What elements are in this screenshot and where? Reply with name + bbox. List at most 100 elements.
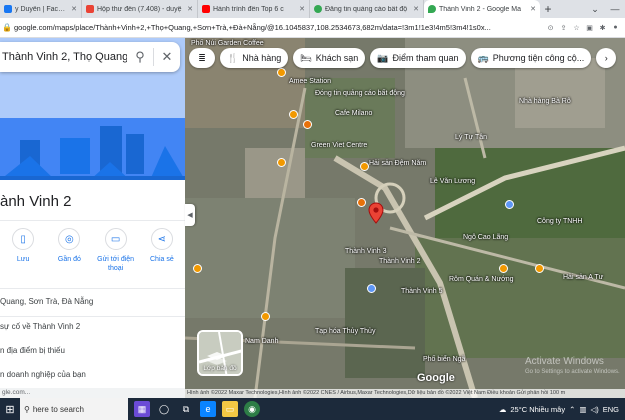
map-label[interactable]: Thành Vinh 5 bbox=[401, 288, 443, 295]
volume-icon[interactable]: ◁) bbox=[590, 405, 598, 414]
map-label[interactable]: Thành Vinh 3 bbox=[345, 248, 387, 255]
filter-chip-more[interactable]: ≣ bbox=[189, 48, 215, 68]
selected-location-pin-icon[interactable] bbox=[368, 202, 384, 224]
place-title: ành Vinh 2 bbox=[0, 193, 72, 210]
chips-next-button[interactable]: › bbox=[596, 48, 617, 68]
send-to-phone-button[interactable]: ▭ Gửi tới điện thoại bbox=[94, 228, 138, 288]
share-icon: ⋖ bbox=[150, 228, 173, 250]
share-icon[interactable]: ⇪ bbox=[558, 22, 569, 34]
close-icon[interactable]: ✕ bbox=[413, 5, 419, 13]
map-label[interactable]: Cafe Milano bbox=[335, 110, 372, 117]
minimize-icon[interactable]: — bbox=[605, 0, 625, 18]
map-label[interactable]: Lê Văn Lương bbox=[430, 178, 475, 185]
share-button[interactable]: ⋖ Chia sẻ bbox=[140, 228, 184, 288]
report-issue-row[interactable]: sự cố về Thành Vinh 2 bbox=[0, 322, 185, 331]
nearby-label: Gần đó bbox=[57, 256, 81, 263]
phone-icon: ▭ bbox=[104, 228, 127, 250]
restaurant-pin-icon[interactable] bbox=[535, 264, 544, 273]
location-icon[interactable]: ⊙ bbox=[545, 22, 556, 34]
map-label[interactable]: Thành Vinh 2 bbox=[379, 258, 421, 265]
close-icon[interactable]: ✕ bbox=[530, 5, 536, 13]
save-button[interactable]: ▯ Lưu bbox=[1, 228, 45, 288]
nearby-button[interactable]: ◎ Gần đó bbox=[47, 228, 91, 288]
shopping-pin-icon[interactable] bbox=[303, 120, 312, 129]
puzzle-icon[interactable]: ✱ bbox=[597, 22, 608, 34]
restaurant-pin-icon[interactable] bbox=[277, 68, 286, 77]
map-label[interactable]: Tạp hóa Thủy Thủy bbox=[315, 328, 375, 335]
business-pin-icon[interactable] bbox=[367, 284, 376, 293]
task-switch-icon[interactable]: ⧉ bbox=[178, 401, 194, 417]
windows-taskbar: ⊞ ⚲ here to search ▦ ◯ ⧉ e ▭ ◉ ☁ 25°C Nh… bbox=[0, 398, 625, 420]
close-icon[interactable]: ✕ bbox=[71, 5, 77, 13]
profile-icon[interactable]: ● bbox=[610, 22, 621, 34]
edge-icon[interactable]: e bbox=[200, 401, 216, 417]
map-label[interactable]: Phố Núi Garden Coffee bbox=[191, 40, 264, 47]
chevron-up-icon[interactable]: ⌃ bbox=[569, 405, 575, 414]
map-label[interactable]: Hải sản Đệm Năm bbox=[369, 160, 426, 167]
network-icon[interactable]: ▥ bbox=[579, 405, 586, 414]
tab-gmail[interactable]: Hộp thư đến (7.408) - duyệ ✕ bbox=[82, 0, 198, 18]
task-view-icon[interactable]: ◯ bbox=[156, 401, 172, 417]
chip-label: Điểm tham quan bbox=[392, 53, 459, 63]
tab-facebook[interactable]: y Duyên | Facebook ✕ bbox=[0, 0, 82, 18]
close-icon[interactable]: ✕ bbox=[154, 44, 180, 70]
map-label[interactable]: Amee Station bbox=[289, 78, 331, 85]
tab-listing[interactable]: Đăng tin quảng cáo bất độ ✕ bbox=[310, 0, 424, 18]
close-icon[interactable]: ✕ bbox=[299, 5, 305, 13]
chrome-icon[interactable]: ◉ bbox=[244, 401, 260, 417]
map-label[interactable]: Rôm Quán & Nướng bbox=[449, 276, 514, 283]
url-text[interactable]: google.com/maps/place/Thành+Vinh+2,+Thọ+… bbox=[14, 23, 545, 32]
facebook-icon bbox=[4, 5, 12, 13]
chip-hotels[interactable]: 🛏 Khách sạn bbox=[293, 48, 366, 68]
map-label[interactable]: Đóng tin quảng cáo bất động bbox=[315, 90, 405, 97]
new-tab-button[interactable]: + bbox=[540, 0, 556, 18]
search-box[interactable]: ⚲ ✕ bbox=[0, 42, 180, 72]
shopping-pin-icon[interactable] bbox=[357, 198, 366, 207]
file-explorer-icon[interactable]: ▭ bbox=[222, 401, 238, 417]
restaurant-pin-icon[interactable] bbox=[261, 312, 270, 321]
restaurant-pin-icon[interactable] bbox=[360, 162, 369, 171]
restaurant-pin-icon[interactable] bbox=[499, 264, 508, 273]
map-label[interactable]: Lý Tự Tân bbox=[455, 134, 487, 141]
map-label[interactable]: Ngô Cao Lãng bbox=[463, 234, 508, 241]
send-to-phone-label: Gửi tới điện thoại bbox=[97, 256, 135, 272]
restaurant-pin-icon[interactable] bbox=[289, 110, 298, 119]
taskbar-search-placeholder: here to search bbox=[32, 404, 84, 414]
close-icon[interactable]: ✕ bbox=[187, 5, 193, 13]
restaurant-pin-icon[interactable] bbox=[193, 264, 202, 273]
business-pin-icon[interactable] bbox=[505, 200, 514, 209]
search-icon[interactable]: ⚲ bbox=[127, 44, 153, 70]
chip-restaurants[interactable]: 🍴 Nhà hàng bbox=[220, 48, 289, 68]
add-business-row[interactable]: n doanh nghiệp của bạn bbox=[0, 370, 185, 379]
map-attribution[interactable]: Hình ảnh ©2022 Maxar Technologies,Hình ả… bbox=[185, 389, 625, 398]
restaurant-pin-icon[interactable] bbox=[277, 158, 286, 167]
map-label[interactable]: Phố biển Ngã bbox=[423, 356, 465, 363]
language-indicator[interactable]: ENG bbox=[603, 405, 619, 414]
chevron-down-icon[interactable]: ⌄ bbox=[585, 0, 605, 18]
map-layers-button[interactable]: Lớp bản đồ bbox=[197, 330, 243, 376]
weather-text[interactable]: 25°C Nhiều mây bbox=[510, 405, 565, 414]
chip-transit[interactable]: 🚌 Phương tiện công cộ... bbox=[470, 48, 592, 68]
gmail-icon bbox=[86, 5, 94, 13]
lock-icon[interactable]: 🔒 bbox=[0, 23, 14, 32]
extension-icon[interactable]: ▣ bbox=[584, 22, 595, 34]
app-icon[interactable]: ▦ bbox=[134, 401, 150, 417]
taskbar-search[interactable]: ⚲ here to search bbox=[20, 398, 128, 420]
collapse-panel-button[interactable]: ◀ bbox=[185, 204, 195, 226]
windows-start-icon[interactable]: ⊞ bbox=[0, 398, 20, 420]
chip-attractions[interactable]: 📷 Điểm tham quan bbox=[370, 48, 466, 68]
map-layers-label: Lớp bản đồ bbox=[203, 365, 237, 372]
tab-youtube[interactable]: Hành trình đến Top 6 c ✕ bbox=[198, 0, 310, 18]
search-input[interactable] bbox=[0, 51, 127, 63]
tab-google-maps[interactable]: Thành Vinh 2 - Google Ma ✕ bbox=[424, 0, 540, 18]
map-label[interactable]: Nam Danh bbox=[245, 338, 278, 345]
map-label[interactable]: Công ty TNHH bbox=[537, 218, 582, 225]
map-label[interactable]: Hải sản A Tư bbox=[563, 274, 603, 281]
satellite-map[interactable]: ≣ 🍴 Nhà hàng 🛏 Khách sạn 📷 Điểm tham quan 🚌… bbox=[185, 38, 625, 398]
map-label[interactable]: Green Viet Centre bbox=[311, 142, 367, 149]
map-label[interactable]: Nhà hàng Bà Rô bbox=[519, 98, 571, 105]
star-icon[interactable]: ☆ bbox=[571, 22, 582, 34]
tab-title: y Duyên | Facebook bbox=[15, 5, 68, 13]
address-row[interactable]: Quang, Sơn Trà, Đà Nẵng bbox=[0, 297, 185, 306]
add-missing-place-row[interactable]: n địa điểm bị thiếu bbox=[0, 346, 185, 355]
